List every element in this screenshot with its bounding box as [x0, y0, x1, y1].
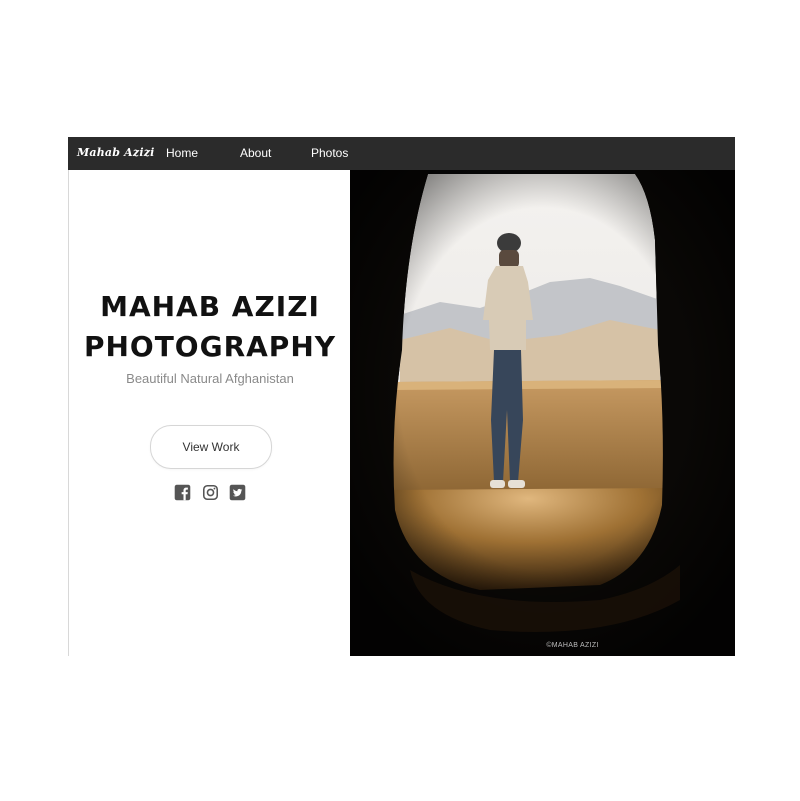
hero-text-panel: MAHAB AZIZI PHOTOGRAPHY Beautiful Natura…: [68, 170, 351, 656]
hero-title-line-2: PHOTOGRAPHY: [83, 330, 337, 363]
nav-link-photos[interactable]: Photos: [311, 146, 348, 160]
hero-title-line-1: MAHAB AZIZI: [100, 290, 320, 323]
twitter-icon[interactable]: [229, 484, 246, 501]
instagram-icon[interactable]: [202, 484, 219, 501]
nav-link-about[interactable]: About: [240, 146, 271, 160]
website: Mahab Azizi Home About Photos MAHAB AZIZ…: [68, 137, 735, 656]
social-links: [174, 483, 246, 501]
nav-link-home[interactable]: Home: [166, 146, 198, 160]
view-work-button[interactable]: View Work: [150, 425, 272, 469]
hero-subtitle: Beautiful Natural Afghanistan: [126, 371, 294, 386]
navbar: Mahab Azizi Home About Photos: [68, 137, 735, 170]
hero-photo: ©MAHAB AZIZI: [350, 170, 735, 656]
brand-logo[interactable]: Mahab Azizi: [77, 146, 155, 159]
hero-photo-image: [350, 170, 735, 656]
photo-watermark: ©MAHAB AZIZI: [546, 642, 599, 649]
facebook-icon[interactable]: [174, 484, 191, 501]
